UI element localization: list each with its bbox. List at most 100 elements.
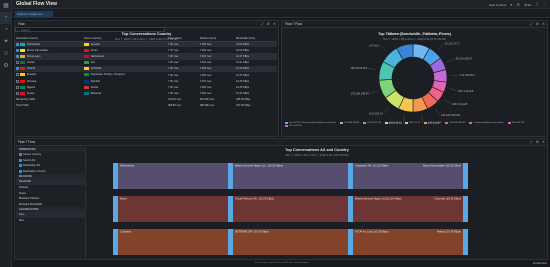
source-country: Colombia (90, 67, 102, 71)
dimension-label: Source Country (23, 153, 42, 157)
aggregation-option[interactable]: Max (16, 218, 85, 224)
share-icon[interactable]: ⇪ (536, 2, 539, 7)
close-icon[interactable]: ✕ (273, 22, 276, 26)
legend-label: 203.1.11.14 (408, 122, 421, 124)
settings-icon[interactable]: ⚙ (536, 140, 539, 144)
sankey-node-label: Brazil (120, 197, 127, 201)
legend-swatch (445, 122, 449, 124)
flag-icon (83, 48, 89, 52)
sankey-node[interactable] (463, 163, 468, 189)
sankey-node-label: Colombia (10.26 KBps) (434, 197, 461, 201)
sankey-node[interactable] (463, 196, 468, 222)
slice-leader-line (422, 33, 425, 42)
tab-startup-intelligence[interactable]: Startup Intelligence (15, 11, 53, 17)
legend-item[interactable]: 26.5.126.13 (385, 122, 401, 124)
date-filter[interactable]: All Ex (524, 3, 532, 7)
legend-item[interactable]: 134.183.199.181 (445, 122, 465, 124)
dimension-checkbox[interactable] (19, 169, 22, 173)
left-nav: ▦ + ◔ ✦ ☺ ⚙ (0, 0, 12, 267)
chart-legend: jaw.1.47.91.1.dns.example.backbone.net (… (285, 122, 545, 127)
slice-leader-line (444, 99, 452, 104)
plus-icon[interactable]: + (0, 12, 12, 24)
table-row[interactable]: Total Traffic 288.9K /sec 288.48K /sec 427.… (15, 103, 277, 109)
row-checkbox[interactable] (16, 79, 19, 83)
dimension-label: Source AS (23, 158, 36, 162)
slice-leader-line (447, 58, 455, 62)
flag-icon (20, 92, 25, 96)
legend-item[interactable]: 203.1.11.14 (404, 122, 421, 124)
gauge-icon[interactable]: ◔ (0, 24, 12, 36)
compass-icon[interactable]: ✦ (0, 36, 12, 48)
row-checkbox[interactable] (16, 61, 19, 65)
time-range-select[interactable]: Past 3 Hours (489, 3, 506, 7)
legend-item[interactable]: 181.9.41.226 (507, 122, 524, 124)
sankey-node-label: Poland (10.26 KBps) (437, 230, 461, 234)
slice-label: 134.183.199.181 (441, 113, 461, 117)
search-box[interactable]: ⌕ (15, 27, 165, 32)
sankey-node-label: NETERNE ISP...(10.26 KBps) (235, 230, 269, 234)
sankey-node[interactable] (228, 196, 233, 222)
dimension-checkbox[interactable] (19, 164, 22, 168)
row-checkbox[interactable] (16, 48, 19, 52)
search-input[interactable] (21, 29, 161, 32)
sankey-node[interactable] (228, 163, 233, 189)
row-checkbox[interactable] (16, 67, 19, 71)
legend-item[interactable]: 201.4.19.129 (285, 124, 302, 127)
legend-swatch (469, 122, 473, 124)
slice-leader-line (368, 67, 376, 70)
dimension-label: Destination Country (23, 169, 46, 173)
more-icon[interactable]: ⋮ (543, 2, 547, 7)
sankey-node[interactable] (113, 163, 118, 189)
dimension-checkbox[interactable] (19, 158, 22, 162)
settings-icon[interactable]: ⚙ (0, 60, 12, 72)
legend-label: 26.5.126.13 (389, 122, 401, 124)
destination-country: Montenegro (27, 55, 41, 59)
legend-item[interactable]: customer.backbone.net (mdns) (469, 122, 504, 124)
slice-leader-line (369, 90, 378, 94)
settings-icon[interactable]: ⚙ (267, 22, 270, 26)
row-checkbox[interactable] (16, 92, 19, 96)
source-country: Serbia (90, 85, 98, 89)
row-checkbox[interactable] (16, 73, 19, 77)
sankey-node[interactable] (348, 229, 353, 255)
chevron-down-icon[interactable]: ▾ (510, 2, 512, 7)
expand-icon[interactable]: ⤢ (530, 140, 533, 144)
close-icon[interactable]: ✕ (542, 140, 545, 144)
source-country: Bahamas (90, 92, 102, 96)
grid-icon[interactable]: ▦ (0, 0, 12, 12)
legend-item[interactable]: 166.20.25.219 (363, 122, 381, 124)
slice-leader-line (450, 74, 459, 76)
sankey-link[interactable] (118, 196, 228, 222)
sankey-node[interactable] (228, 229, 233, 255)
source-country: Ecuador (90, 42, 101, 46)
sankey-node[interactable] (113, 196, 118, 222)
dimension-checkbox[interactable] (19, 153, 22, 156)
slice-label: 201.4.19.129 (458, 89, 474, 93)
sankey-node-label: Brunei Darussalam (10.26 KBps) (423, 164, 461, 168)
flag-icon (20, 48, 25, 52)
row-checkbox[interactable] (16, 42, 19, 46)
sub-bar: Startup Intelligence (12, 9, 550, 18)
destination-country: Total Traffic (16, 104, 29, 108)
panel-subtitle: Nov 7, 2022 7:22 to Nov 7, 2022 9:22 (UT… (285, 153, 349, 157)
legend-swatch (285, 124, 288, 127)
row-checkbox[interactable] (16, 85, 19, 89)
sankey-node[interactable] (463, 229, 468, 255)
flag-icon (83, 61, 89, 65)
slice-label: 68.xx.xx.xx (388, 31, 402, 35)
row-checkbox[interactable] (16, 54, 19, 58)
sankey-node[interactable] (348, 196, 353, 222)
destination-country: Poland (27, 67, 35, 71)
source-country: Oman (90, 48, 98, 52)
sankey-node[interactable] (348, 163, 353, 189)
sankey-link[interactable] (118, 163, 228, 189)
flag-icon (83, 79, 89, 83)
legend-item[interactable]: 178.189.198.63 (340, 122, 359, 124)
settings-icon[interactable]: ⚙ (516, 2, 520, 7)
users-icon[interactable]: ☺ (0, 48, 12, 60)
sankey-node[interactable] (113, 229, 118, 255)
legend-item[interactable]: 56.174.9.146 (424, 122, 441, 124)
expand-icon[interactable]: ⤢ (261, 22, 264, 26)
sankey-link[interactable] (118, 229, 228, 255)
flag-icon (83, 54, 89, 58)
